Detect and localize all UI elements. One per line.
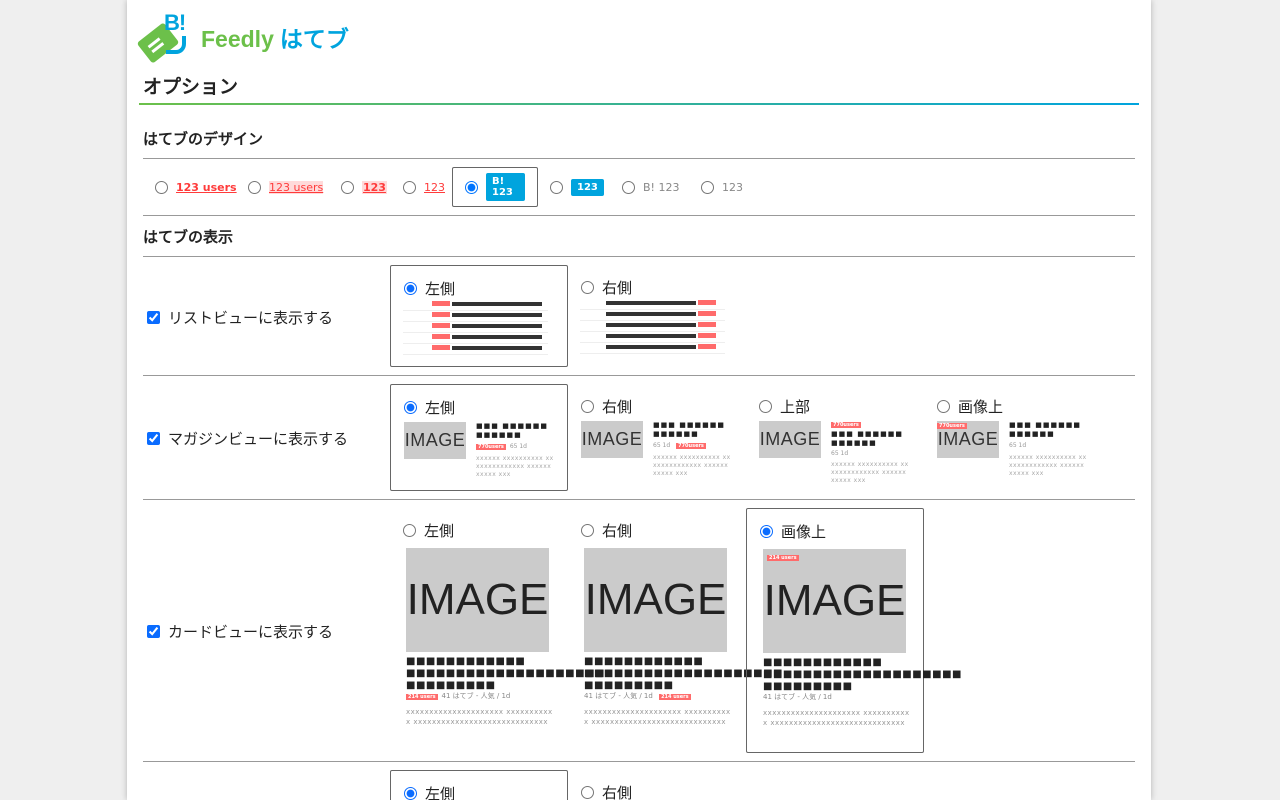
magazine-view-row: マガジンビューに表示する 左側 IMAGE ■■■ ■■■■■■ ■■■■■■ … (143, 376, 1135, 499)
design-option-2[interactable]: 123 users (236, 167, 335, 207)
list-left-preview (403, 300, 548, 358)
design-options: 123 users 123 users 123 123 B! 123 123 B… (143, 160, 1135, 214)
list-view-toggle[interactable]: リストビューに表示する (147, 307, 333, 328)
card-image-radio[interactable] (760, 525, 773, 538)
design-radio-2[interactable] (248, 180, 261, 194)
design-option-1[interactable]: 123 users (143, 167, 249, 207)
design-option-8[interactable]: 123 (689, 167, 755, 207)
design-option-7[interactable]: B! 123 (610, 167, 691, 207)
options-page: B! Feedly はてブ オプション はてブのデザイン 123 users 12… (127, 0, 1151, 800)
design-preview-3: 123 (362, 180, 387, 194)
mag-left-radio[interactable] (404, 401, 417, 414)
image-placeholder: IMAGE (581, 421, 643, 458)
magazine-view-option-left[interactable]: 左側 IMAGE ■■■ ■■■■■■ ■■■■■■ 770users 65 1d… (390, 384, 568, 491)
design-preview-7: B! 123 (643, 180, 680, 194)
design-preview-8: 123 (722, 180, 743, 194)
design-preview-4: 123 (424, 180, 445, 194)
list-view-row: リストビューに表示する 左側 右側 (143, 257, 1135, 375)
design-option-6[interactable]: 123 (538, 167, 616, 207)
card-view-option-right[interactable]: 右側 IMAGE ■■■■■■■■■■■■ ■■■■■■■■■■■■■■■■■■… (568, 508, 782, 753)
page-title: オプション (143, 76, 239, 98)
design-preview-5: B! 123 (486, 173, 525, 201)
design-radio-1[interactable] (155, 180, 168, 194)
section-heading-display: はてブの表示 (143, 228, 234, 246)
section-heading-design: はてブのデザイン (143, 130, 264, 148)
mag-image-radio[interactable] (937, 400, 950, 413)
image-placeholder: IMAGE (404, 422, 466, 459)
card-view-row: カードビューに表示する 左側 IMAGE ■■■■■■■■■■■■ ■■■■■■… (143, 500, 1135, 761)
design-radio-8[interactable] (701, 180, 714, 194)
list-left-radio[interactable] (404, 282, 417, 295)
card-view-checkbox[interactable] (147, 625, 160, 638)
design-option-5[interactable]: B! 123 (452, 167, 538, 207)
list-view-checkbox[interactable] (147, 311, 160, 324)
mag-right-radio[interactable] (581, 400, 594, 413)
design-radio-5[interactable] (465, 180, 478, 194)
app-header: B! Feedly はてブ (136, 10, 349, 64)
magazine-view-option-right[interactable]: 右側 IMAGE ■■■ ■■■■■■ ■■■■■■ 65 1d 770user… (568, 384, 746, 491)
design-radio-3[interactable] (341, 180, 354, 194)
divider (143, 215, 1135, 216)
card-view-toggle[interactable]: カードビューに表示する (147, 621, 333, 642)
design-option-3[interactable]: 123 (329, 167, 399, 207)
card-right-radio[interactable] (581, 524, 594, 537)
app-title: Feedly はてブ (201, 26, 349, 52)
card-left-radio[interactable] (403, 524, 416, 537)
title-divider (139, 103, 1139, 105)
design-preview-1: 123 users (176, 180, 237, 194)
next-view-option-left[interactable]: 左側 (390, 770, 568, 800)
next-view-option-right[interactable]: 右側 (568, 770, 746, 800)
next-left-radio[interactable] (404, 787, 417, 800)
list-right-radio[interactable] (581, 281, 594, 294)
list-view-option-right[interactable]: 右側 (568, 265, 746, 367)
magazine-view-option-top[interactable]: 上部 IMAGE 770users ■■■ ■■■■■■ ■■■■■■ 65 1… (746, 384, 924, 491)
image-placeholder: IMAGE (584, 548, 727, 652)
list-view-option-left[interactable]: 左側 (390, 265, 568, 367)
list-right-preview (580, 299, 725, 357)
design-radio-4[interactable] (403, 180, 416, 194)
page-title-block: オプション (139, 72, 1139, 105)
magazine-view-toggle[interactable]: マガジンビューに表示する (147, 428, 348, 449)
magazine-view-checkbox[interactable] (147, 432, 160, 445)
divider (143, 158, 1135, 159)
magazine-view-option-image[interactable]: 画像上 IMAGE 770users ■■■ ■■■■■■ ■■■■■■ 65 … (924, 384, 1102, 491)
image-placeholder: IMAGE (406, 548, 549, 652)
hatebu-logo-icon: B! (136, 10, 191, 64)
design-radio-7[interactable] (622, 180, 635, 194)
design-preview-6: 123 (571, 178, 604, 196)
card-view-option-left[interactable]: 左側 IMAGE ■■■■■■■■■■■■ ■■■■■■■■■■■■■■■■■■… (390, 508, 604, 753)
mag-top-radio[interactable] (759, 400, 772, 413)
card-view-option-image[interactable]: 画像上 IMAGE 214 users ■■■■■■■■■■■■ ■■■■■■■… (746, 508, 961, 753)
design-preview-2: 123 users (269, 180, 324, 194)
next-right-radio[interactable] (581, 786, 594, 799)
next-view-row: 左側 右側 (143, 762, 1135, 800)
image-placeholder: IMAGE (759, 421, 821, 458)
design-radio-6[interactable] (550, 180, 563, 194)
design-option-4[interactable]: 123 (391, 167, 457, 207)
image-placeholder: IMAGE (763, 549, 906, 653)
